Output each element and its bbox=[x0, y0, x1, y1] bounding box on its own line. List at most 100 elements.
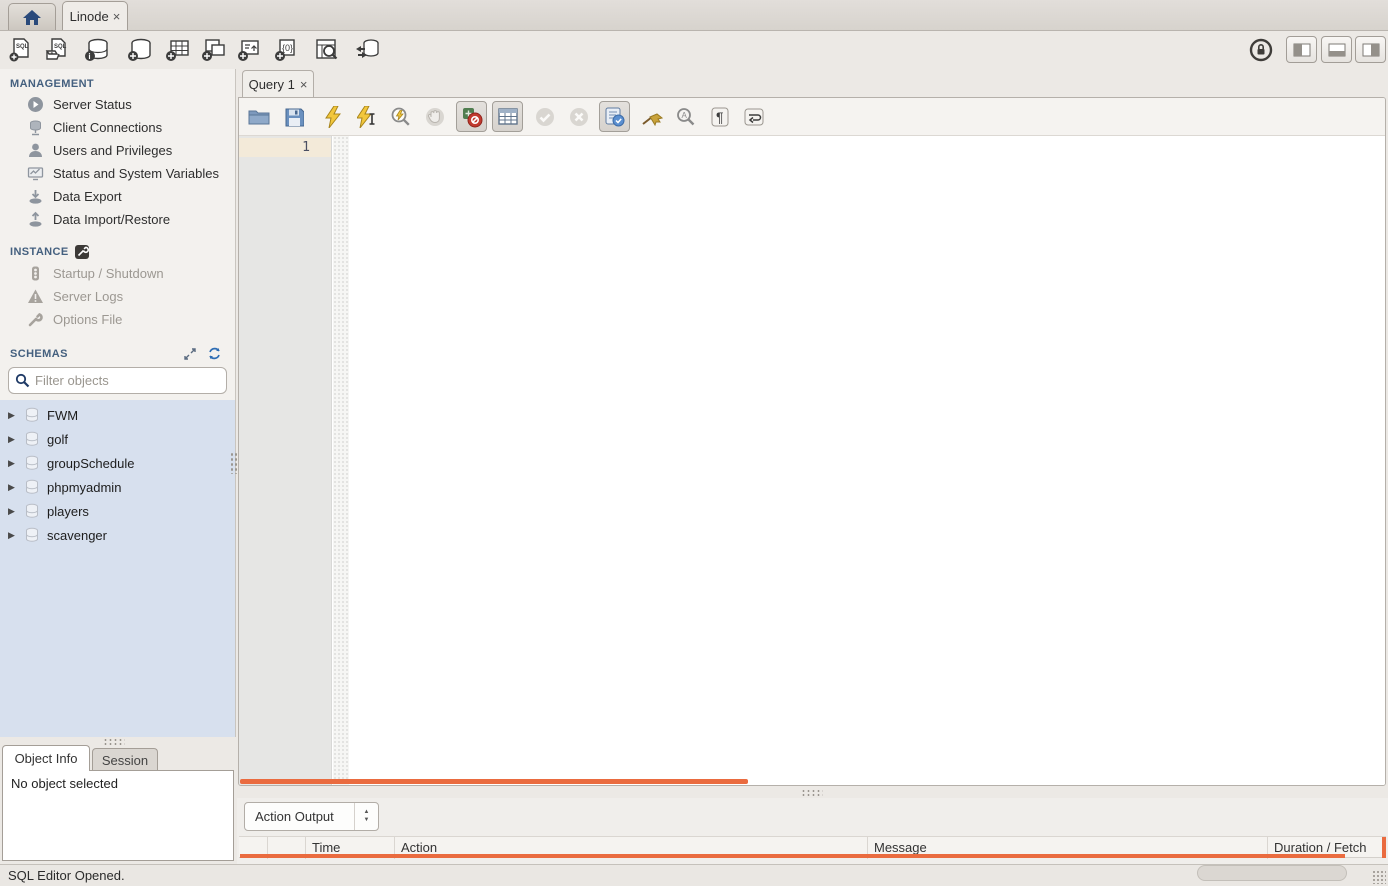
view-plus-icon[interactable] bbox=[198, 35, 228, 65]
schema-row-golf[interactable]: ▶ golf bbox=[0, 427, 236, 451]
svg-text:SQL: SQL bbox=[16, 44, 29, 50]
toggle-left-sidebar-icon[interactable] bbox=[1286, 36, 1317, 63]
sql-file-plus-icon[interactable]: SQL bbox=[6, 35, 36, 65]
invisible-chars-icon[interactable]: ¶ bbox=[706, 103, 734, 131]
expander-icon[interactable]: ▶ bbox=[8, 530, 17, 541]
sidebar-item-server-status[interactable]: Server Status bbox=[0, 93, 235, 116]
line-number-gutter: 1 bbox=[239, 136, 332, 785]
tab-query-1[interactable]: Query 1 × bbox=[242, 70, 314, 97]
output-selector-label: Action Output bbox=[245, 809, 354, 824]
output-splitter-handle[interactable] bbox=[801, 789, 823, 796]
toggle-right-sidebar-icon[interactable] bbox=[1355, 36, 1386, 63]
table-plus-icon[interactable] bbox=[162, 35, 192, 65]
procedure-plus-icon[interactable] bbox=[234, 35, 264, 65]
object-info-empty-message: No object selected bbox=[11, 776, 118, 791]
toggle-bottom-panel-icon[interactable] bbox=[1321, 36, 1352, 63]
execute-current-icon[interactable] bbox=[353, 103, 381, 131]
sidebar-item-data-import[interactable]: Data Import/Restore bbox=[0, 208, 235, 231]
window-tab-bar: Linode × bbox=[0, 0, 1388, 31]
schema-icon bbox=[24, 479, 40, 495]
schema-row-scavenger[interactable]: ▶ scavenger bbox=[0, 523, 236, 547]
output-selector[interactable]: Action Output ▲ ▼ bbox=[244, 802, 379, 831]
beautify-icon[interactable] bbox=[638, 103, 666, 131]
stop-icon[interactable] bbox=[421, 103, 449, 131]
data-import-icon bbox=[27, 211, 44, 228]
main-toolbar: SQL SQL i {0} bbox=[0, 31, 1388, 69]
db-plus-icon[interactable] bbox=[125, 35, 155, 65]
sql-text-area[interactable] bbox=[349, 136, 1385, 785]
schema-row-players[interactable]: ▶ players bbox=[0, 499, 236, 523]
schema-tree: ▶ FWM ▶ golf ▶ groupSchedule ▶ phpmyadmi… bbox=[0, 400, 236, 737]
sql-file-open-icon[interactable]: SQL bbox=[43, 35, 73, 65]
schema-row-phpmyadmin[interactable]: ▶ phpmyadmin bbox=[0, 475, 236, 499]
schema-icon bbox=[24, 431, 40, 447]
schema-row-fwm[interactable]: ▶ FWM bbox=[0, 403, 236, 427]
limit-rows-icon[interactable] bbox=[492, 101, 523, 132]
statusbar-scroll-thumb[interactable] bbox=[1197, 865, 1347, 881]
output-horizontal-scrollbar[interactable] bbox=[240, 854, 1345, 858]
window-resize-grip[interactable] bbox=[1372, 870, 1386, 884]
users-privileges-icon bbox=[27, 142, 44, 159]
wrap-text-icon[interactable] bbox=[740, 103, 768, 131]
sidebar-item-client-connections[interactable]: Client Connections bbox=[0, 116, 235, 139]
expander-icon[interactable]: ▶ bbox=[8, 410, 17, 421]
close-icon[interactable]: × bbox=[300, 78, 308, 91]
spinner-arrows-icon[interactable]: ▲ ▼ bbox=[354, 803, 378, 830]
query-tab-label: Query 1 bbox=[249, 77, 295, 92]
schema-icon bbox=[24, 527, 40, 543]
svg-text:SQL: SQL bbox=[54, 44, 67, 50]
table-search-icon[interactable] bbox=[312, 35, 342, 65]
autocommit-icon[interactable] bbox=[599, 101, 630, 132]
sidebar: MANAGEMENT Server Status Client Connecti… bbox=[0, 69, 236, 737]
object-info-panel: No object selected bbox=[2, 770, 234, 861]
sidebar-item-startup-shutdown[interactable]: Startup / Shutdown bbox=[0, 262, 235, 285]
sidebar-item-options-file[interactable]: Options File bbox=[0, 308, 235, 331]
output-panel: Action Output ▲ ▼ Time Action Message Du… bbox=[237, 798, 1388, 864]
status-bar: SQL Editor Opened. bbox=[0, 864, 1388, 886]
sidebar-item-system-variables[interactable]: Status and System Variables bbox=[0, 162, 235, 185]
connection-lock-icon[interactable] bbox=[1246, 35, 1276, 65]
db-sync-icon[interactable] bbox=[352, 35, 382, 65]
schemas-section-header: SCHEMAS bbox=[10, 347, 225, 360]
expand-icon[interactable] bbox=[184, 348, 196, 360]
connection-tab[interactable]: Linode × bbox=[62, 1, 128, 30]
tab-object-info[interactable]: Object Info bbox=[2, 745, 90, 771]
status-text: SQL Editor Opened. bbox=[8, 868, 125, 883]
sidebar-item-users-privileges[interactable]: Users and Privileges bbox=[0, 139, 235, 162]
sidebar-splitter-handle[interactable] bbox=[103, 738, 125, 745]
expander-icon[interactable]: ▶ bbox=[8, 434, 17, 445]
output-vertical-scrollbar[interactable] bbox=[1382, 837, 1386, 858]
svg-text:A: A bbox=[682, 111, 688, 120]
data-export-icon bbox=[27, 188, 44, 205]
expander-icon[interactable]: ▶ bbox=[8, 506, 17, 517]
svg-text:¶: ¶ bbox=[716, 109, 724, 125]
home-tab[interactable] bbox=[8, 3, 56, 30]
open-file-icon[interactable] bbox=[245, 103, 273, 131]
schema-row-groupschedule[interactable]: ▶ groupSchedule bbox=[0, 451, 236, 475]
vertical-splitter-handle[interactable] bbox=[230, 452, 237, 474]
sidebar-item-data-export[interactable]: Data Export bbox=[0, 185, 235, 208]
expander-icon[interactable]: ▶ bbox=[8, 458, 17, 469]
schema-icon bbox=[24, 455, 40, 471]
toggle-stop-on-error-icon[interactable] bbox=[456, 101, 487, 132]
execute-icon[interactable] bbox=[319, 103, 347, 131]
rollback-icon[interactable] bbox=[565, 103, 593, 131]
svg-text:i: i bbox=[88, 52, 90, 61]
commit-icon[interactable] bbox=[531, 103, 559, 131]
function-plus-icon[interactable]: {0} bbox=[271, 35, 301, 65]
sidebar-item-server-logs[interactable]: Server Logs bbox=[0, 285, 235, 308]
db-info-icon[interactable]: i bbox=[82, 35, 112, 65]
editor-horizontal-scrollbar[interactable] bbox=[240, 779, 748, 784]
schema-icon bbox=[24, 407, 40, 423]
tab-session[interactable]: Session bbox=[92, 748, 158, 771]
close-icon[interactable]: × bbox=[113, 10, 121, 23]
save-icon[interactable] bbox=[280, 103, 308, 131]
sql-editor-toolbar: A ¶ bbox=[239, 98, 1385, 136]
explain-icon[interactable] bbox=[387, 103, 415, 131]
line-number: 1 bbox=[239, 138, 331, 157]
schema-filter-input[interactable] bbox=[35, 373, 220, 388]
find-icon[interactable]: A bbox=[672, 103, 700, 131]
instance-section-header: INSTANCE bbox=[10, 245, 225, 259]
refresh-icon[interactable] bbox=[208, 347, 221, 360]
expander-icon[interactable]: ▶ bbox=[8, 482, 17, 493]
